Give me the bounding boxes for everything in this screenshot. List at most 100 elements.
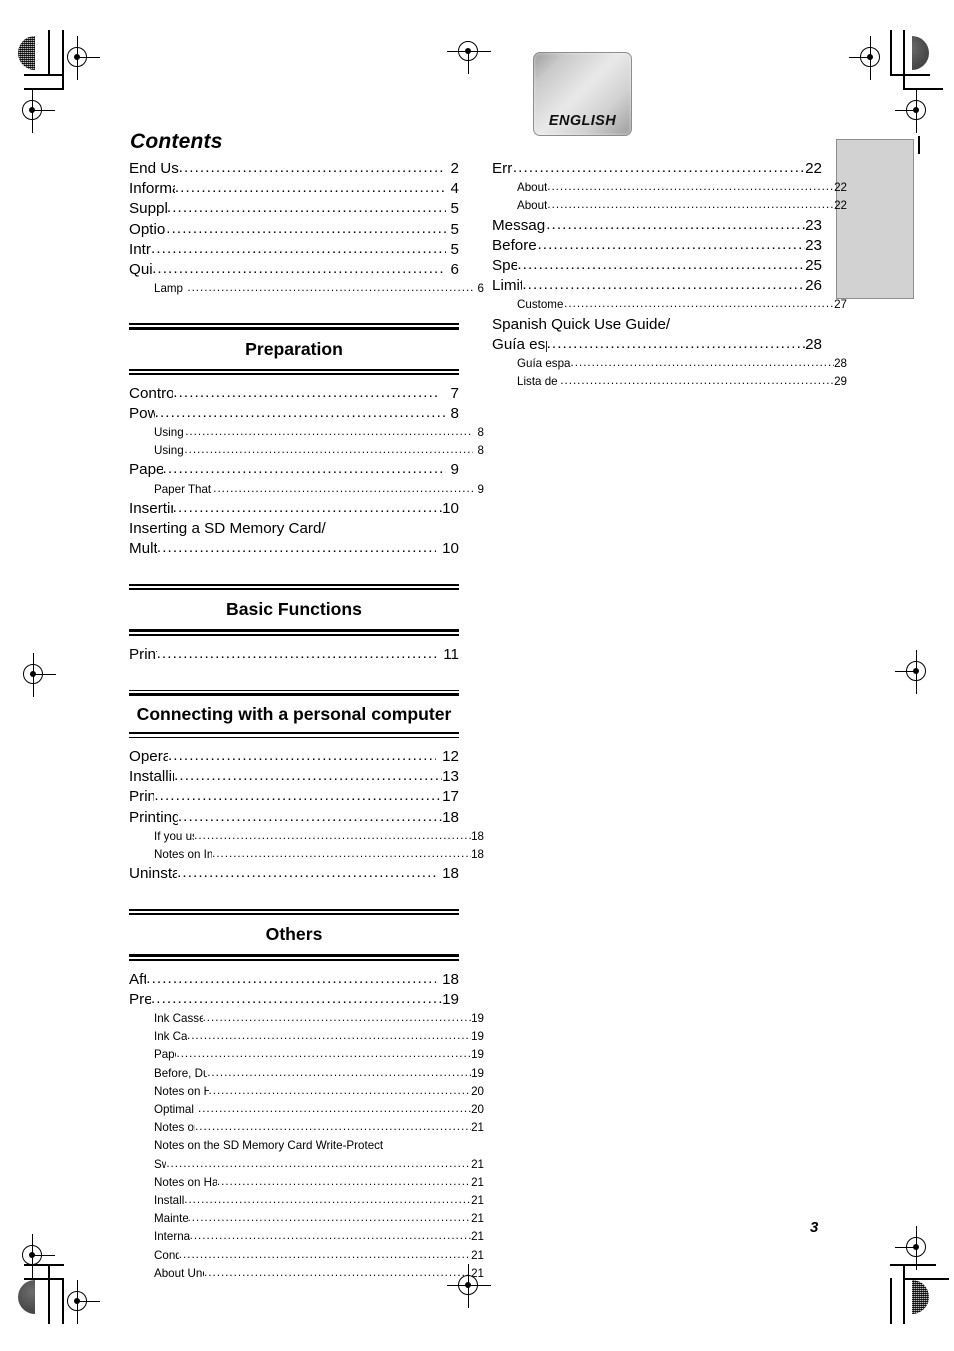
toc-entry[interactable]: Installation Notes .....................… — [129, 1192, 484, 1210]
toc-entry-continuation[interactable]: Inserting a SD Memory Card/ — [129, 519, 459, 539]
toc-entry[interactable]: Lamp indication list ...................… — [129, 280, 484, 298]
toc-entry[interactable]: Notes on Installation of Printer Driver … — [129, 846, 484, 864]
toc-entry-label: Limited Warranty — [492, 277, 523, 295]
toc-entry[interactable]: Operating environment ..................… — [129, 747, 459, 767]
toc-entry[interactable]: Precautions ............................… — [129, 990, 459, 1010]
toc-entry[interactable]: About this Printer .....................… — [492, 179, 847, 197]
toc-entry[interactable]: Paper That Can Be Used For Printing ....… — [129, 481, 484, 499]
toc-leader-dots: ........................................… — [216, 1174, 471, 1188]
toc-entry[interactable]: Supplied Accessories ...................… — [129, 199, 459, 219]
toc-entry-page: 18 — [442, 970, 459, 988]
toc-entry[interactable]: Lista de luces indicadoras .............… — [492, 373, 847, 391]
toc-leader-dots: ........................................… — [156, 644, 438, 662]
toc-entry[interactable]: Notes on Handling the SD Mobile Printer … — [129, 1174, 484, 1192]
toc-entry[interactable]: About Unclean Thermal Heads ............… — [129, 1265, 484, 1283]
toc-entry[interactable]: Switch .................................… — [129, 1156, 484, 1174]
toc-entry[interactable]: Paper/Ink cassette .....................… — [129, 460, 459, 480]
toc-entry[interactable]: Ink Cassette Notes .....................… — [129, 1028, 484, 1046]
toc-entry-continuation[interactable]: Notes on the SD Memory Card Write-Protec… — [129, 1137, 459, 1155]
toc-entry-page: 18 — [471, 847, 484, 861]
toc-entry-page: 21 — [471, 1212, 484, 1226]
toc-entry[interactable]: Before Requesting Service ..............… — [492, 236, 822, 256]
toc-leader-dots: ........................................… — [202, 1010, 472, 1024]
toc-entry-page: 21 — [471, 1175, 484, 1189]
toc-entry[interactable]: If you use Windows XP: .................… — [129, 828, 484, 846]
toc-entry[interactable]: Notes on Handling Finished Prints ......… — [129, 1083, 484, 1101]
toc-entry[interactable]: Controls and Components ................… — [129, 384, 459, 404]
toc-entry[interactable]: Internal Temperature ...................… — [129, 1228, 484, 1246]
toc-entry-label: If you use Windows XP: — [154, 829, 194, 843]
toc-entry-label: Information for Your Safety — [129, 180, 175, 198]
toc-entry-label: About this Printer — [517, 181, 548, 195]
toc-entry[interactable]: Customer Services Directory ............… — [492, 296, 847, 314]
toc-entry[interactable]: Maintenance Notes ......................… — [129, 1210, 484, 1228]
toc-entry-continuation[interactable]: Spanish Quick Use Guide/ — [492, 315, 822, 335]
crop-mark-bottom-right-v1 — [890, 1278, 892, 1324]
toc-entry[interactable]: Optimal Use of the Battery .............… — [129, 1101, 484, 1119]
toc-entry-page: 22 — [834, 199, 847, 213]
toc-entry-label: Controls and Components — [129, 384, 174, 402]
toc-entry[interactable]: Printing a file in the computer ........… — [129, 808, 459, 828]
language-tab-english: ENGLISH — [533, 52, 632, 136]
crop-mark-top-left-h1 — [24, 74, 64, 76]
toc-entry-label: Switch — [154, 1157, 167, 1171]
toc-entry[interactable]: Limited Warranty .......................… — [492, 276, 822, 296]
toc-entry[interactable]: MultiMediaCard .........................… — [129, 539, 459, 559]
toc-entry[interactable]: Printer setting ........................… — [129, 787, 459, 807]
toc-entry[interactable]: Uninstalling the Printer Driver ........… — [129, 864, 459, 884]
toc-entry-page: 21 — [471, 1193, 484, 1207]
toc-entry[interactable]: After Use ..............................… — [129, 970, 459, 990]
toc-entry[interactable]: Before, During, and After Printing .....… — [129, 1065, 484, 1083]
toc-entry-page: 8 — [477, 444, 484, 458]
toc-leader-dots: ........................................… — [185, 424, 473, 438]
toc-entry-label: Specifications — [492, 257, 518, 275]
section-rule-bottom — [129, 629, 459, 636]
registration-mark-left-mid — [12, 653, 56, 697]
toc-leader-dots: ........................................… — [154, 787, 442, 805]
language-tab-label: ENGLISH — [548, 113, 617, 129]
toc-leader-dots: ........................................… — [186, 1029, 471, 1043]
toc-entry-page: 6 — [450, 261, 459, 279]
toc-entry[interactable]: End User License Agreement .............… — [129, 159, 459, 179]
toc-entry[interactable]: Introduction ...........................… — [129, 240, 459, 260]
toc-entry[interactable]: Using AC Adaptor .......................… — [129, 424, 484, 442]
registration-mark-bottom-left — [56, 1280, 100, 1324]
crop-mark-bottom-right-h2 — [903, 1278, 949, 1280]
toc-entry-label: Error Lamp — [492, 160, 513, 177]
toc-entry[interactable]: Quick Guide ............................… — [129, 260, 459, 280]
registration-mark-top-right — [849, 36, 893, 80]
toc-leader-dots: ........................................… — [547, 198, 835, 212]
toc-entry[interactable]: Power Supply ...........................… — [129, 404, 459, 424]
toc-entry[interactable]: Installing the Printer Driver ..........… — [129, 767, 459, 787]
toc-entry-page: 9 — [477, 482, 484, 496]
toc-leader-dots: ........................................… — [512, 159, 806, 176]
toc-entry[interactable]: Specifications .........................… — [492, 256, 822, 276]
page-number: 3 — [810, 1219, 819, 1236]
toc-entry-label: About Unclean Thermal Heads — [154, 1266, 204, 1280]
toc-entry[interactable]: Messages from the Printer Driver .......… — [492, 216, 822, 236]
toc-entry[interactable]: Guía española para el uso rápido .......… — [492, 335, 822, 355]
toc-entry[interactable]: Condensation ...........................… — [129, 1247, 484, 1265]
toc-leader-dots: ........................................… — [517, 256, 805, 274]
toc-entry[interactable]: Notes on Memory Cards ..................… — [129, 1119, 484, 1137]
toc-entry-page: 19 — [471, 1066, 484, 1080]
toc-entry[interactable]: About the Battery ......................… — [492, 197, 847, 215]
crop-mark-bottom-right-h1 — [890, 1264, 936, 1266]
toc-entry[interactable]: Information for Your Safety ............… — [129, 179, 459, 199]
toc-entry-label: Installing the Printer Driver — [129, 768, 174, 786]
toc-entry[interactable]: Ink Cassette/Paper Set Notes ...........… — [129, 1010, 484, 1028]
crop-mark-bottom-left-h2 — [24, 1278, 64, 1280]
toc-entry-page: 17 — [442, 788, 459, 806]
toc-leader-dots: ........................................… — [174, 179, 446, 197]
toc-entry[interactable]: Optional Accessories ...................… — [129, 220, 459, 240]
toc-entry[interactable]: Guía española para el uso rápido .......… — [492, 355, 847, 373]
toc-entry[interactable]: Printing images ........................… — [129, 645, 459, 665]
toc-entry[interactable]: Inserting the Ink Cassette .............… — [129, 499, 459, 519]
toc-entry[interactable]: Error Lamp .............................… — [492, 159, 822, 179]
toc-entry-page: 8 — [477, 425, 484, 439]
toc-entry[interactable]: Using the Battery ......................… — [129, 442, 484, 460]
toc-entry[interactable]: Paper Notes ............................… — [129, 1046, 484, 1064]
toc-entry-page: 12 — [442, 747, 459, 765]
crop-mark-top-right-v2 — [903, 30, 905, 90]
